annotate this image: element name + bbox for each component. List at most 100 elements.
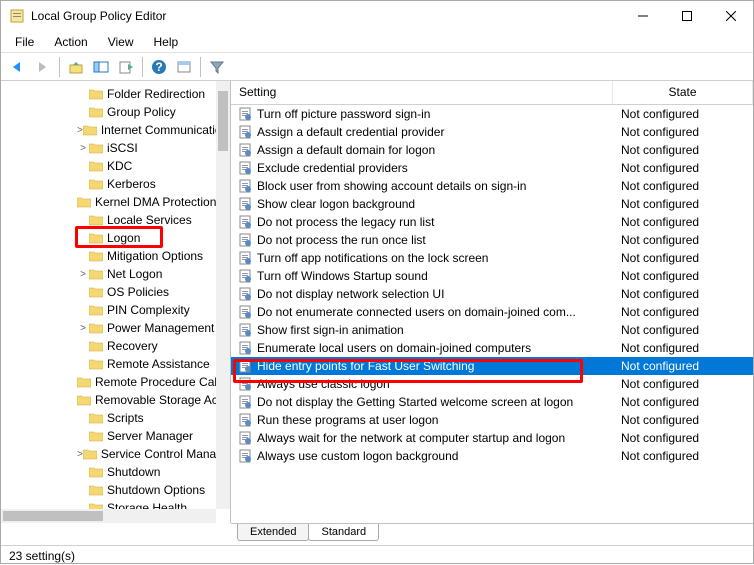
- expand-toggle[interactable]: >: [77, 323, 89, 334]
- tree-item[interactable]: PIN Complexity: [1, 301, 216, 319]
- column-setting[interactable]: Setting: [231, 81, 613, 104]
- tree-item[interactable]: KDC: [1, 157, 216, 175]
- setting-row[interactable]: Do not process the run once listNot conf…: [231, 231, 753, 249]
- setting-state: Not configured: [613, 377, 753, 391]
- tree-item[interactable]: >Net Logon: [1, 265, 216, 283]
- setting-row[interactable]: Always use custom logon backgroundNot co…: [231, 447, 753, 465]
- setting-name: Show first sign-in animation: [257, 323, 613, 337]
- toolbar: ?: [1, 53, 753, 81]
- policy-icon: [237, 394, 253, 410]
- menu-view[interactable]: View: [100, 33, 142, 51]
- tree-item[interactable]: Mitigation Options: [1, 247, 216, 265]
- close-button[interactable]: [709, 1, 753, 31]
- tree-item-label: Removable Storage Access: [95, 393, 216, 407]
- setting-name: Always wait for the network at computer …: [257, 431, 613, 445]
- forward-button[interactable]: [32, 56, 54, 78]
- statusbar: 23 setting(s): [1, 545, 753, 565]
- setting-row[interactable]: Assign a default credential providerNot …: [231, 123, 753, 141]
- vertical-scrollbar[interactable]: [216, 81, 230, 509]
- view-tabs: Extended Standard: [231, 523, 753, 545]
- properties-button[interactable]: [173, 56, 195, 78]
- status-text: 23 setting(s): [9, 549, 75, 563]
- tree-item[interactable]: Shutdown Options: [1, 481, 216, 499]
- policy-icon: [237, 232, 253, 248]
- tab-extended[interactable]: Extended: [237, 524, 309, 541]
- setting-name: Turn off picture password sign-in: [257, 107, 613, 121]
- separator: [59, 57, 60, 77]
- horizontal-scrollbar[interactable]: [1, 509, 216, 523]
- folder-icon: [89, 178, 103, 190]
- setting-name: Show clear logon background: [257, 197, 613, 211]
- tree-item-label: KDC: [107, 159, 132, 173]
- tree-item[interactable]: Group Policy: [1, 103, 216, 121]
- tree-item-label: Shutdown: [107, 465, 160, 479]
- setting-row[interactable]: Hide entry points for Fast User Switchin…: [231, 357, 753, 375]
- column-state[interactable]: State: [613, 81, 753, 104]
- setting-row[interactable]: Enumerate local users on domain-joined c…: [231, 339, 753, 357]
- menu-file[interactable]: File: [7, 33, 42, 51]
- tree-item-label: Folder Redirection: [107, 87, 205, 101]
- tree-item[interactable]: OS Policies: [1, 283, 216, 301]
- help-button[interactable]: ?: [148, 56, 170, 78]
- folder-icon: [89, 304, 103, 316]
- setting-row[interactable]: Turn off app notifications on the lock s…: [231, 249, 753, 267]
- policy-icon: [237, 340, 253, 356]
- setting-row[interactable]: Do not enumerate connected users on doma…: [231, 303, 753, 321]
- expand-toggle[interactable]: >: [77, 269, 89, 280]
- tree-item[interactable]: Folder Redirection: [1, 85, 216, 103]
- expand-toggle[interactable]: >: [77, 143, 89, 154]
- tree-item[interactable]: Shutdown: [1, 463, 216, 481]
- setting-row[interactable]: Do not display network selection UINot c…: [231, 285, 753, 303]
- policy-icon: [237, 142, 253, 158]
- minimize-button[interactable]: [621, 1, 665, 31]
- setting-row[interactable]: Always use classic logonNot configured: [231, 375, 753, 393]
- folder-icon: [77, 394, 91, 406]
- setting-row[interactable]: Show clear logon backgroundNot configure…: [231, 195, 753, 213]
- setting-name: Do not process the run once list: [257, 233, 613, 247]
- setting-row[interactable]: Do not display the Getting Started welco…: [231, 393, 753, 411]
- folder-icon: [89, 142, 103, 154]
- folder-icon: [77, 376, 91, 388]
- tree-item-label: Locale Services: [107, 213, 192, 227]
- setting-row[interactable]: Exclude credential providersNot configur…: [231, 159, 753, 177]
- tree-item-label: Remote Procedure Call: [95, 375, 216, 389]
- menu-help[interactable]: Help: [146, 33, 187, 51]
- back-button[interactable]: [7, 56, 29, 78]
- tab-standard[interactable]: Standard: [308, 524, 379, 541]
- tree-item[interactable]: Recovery: [1, 337, 216, 355]
- menu-action[interactable]: Action: [46, 33, 95, 51]
- setting-row[interactable]: Turn off picture password sign-inNot con…: [231, 105, 753, 123]
- tree-item[interactable]: >Power Management: [1, 319, 216, 337]
- policy-icon: [237, 448, 253, 464]
- tree-item[interactable]: >iSCSI: [1, 139, 216, 157]
- tree-item[interactable]: Scripts: [1, 409, 216, 427]
- tree-item[interactable]: Kerberos: [1, 175, 216, 193]
- tree-item[interactable]: >Internet Communication Management: [1, 121, 216, 139]
- setting-state: Not configured: [613, 107, 753, 121]
- tree-item[interactable]: >Service Control Manager Settings: [1, 445, 216, 463]
- setting-state: Not configured: [613, 323, 753, 337]
- setting-row[interactable]: Assign a default domain for logonNot con…: [231, 141, 753, 159]
- filter-button[interactable]: [206, 56, 228, 78]
- export-list-button[interactable]: [115, 56, 137, 78]
- setting-row[interactable]: Always wait for the network at computer …: [231, 429, 753, 447]
- tree-item[interactable]: Remote Procedure Call: [1, 373, 216, 391]
- maximize-button[interactable]: [665, 1, 709, 31]
- tree-item[interactable]: Kernel DMA Protection: [1, 193, 216, 211]
- setting-state: Not configured: [613, 341, 753, 355]
- up-button[interactable]: [65, 56, 87, 78]
- tree-item[interactable]: Server Manager: [1, 427, 216, 445]
- show-hide-tree-button[interactable]: [90, 56, 112, 78]
- setting-row[interactable]: Turn off Windows Startup soundNot config…: [231, 267, 753, 285]
- folder-icon: [89, 250, 103, 262]
- setting-row[interactable]: Block user from showing account details …: [231, 177, 753, 195]
- setting-row[interactable]: Do not process the legacy run listNot co…: [231, 213, 753, 231]
- setting-row[interactable]: Show first sign-in animationNot configur…: [231, 321, 753, 339]
- setting-row[interactable]: Run these programs at user logonNot conf…: [231, 411, 753, 429]
- folder-icon: [77, 196, 91, 208]
- tree-item-label: PIN Complexity: [107, 303, 190, 317]
- annotation-highlight: [75, 226, 163, 248]
- titlebar: Local Group Policy Editor: [1, 1, 753, 31]
- tree-item[interactable]: Removable Storage Access: [1, 391, 216, 409]
- tree-item[interactable]: Remote Assistance: [1, 355, 216, 373]
